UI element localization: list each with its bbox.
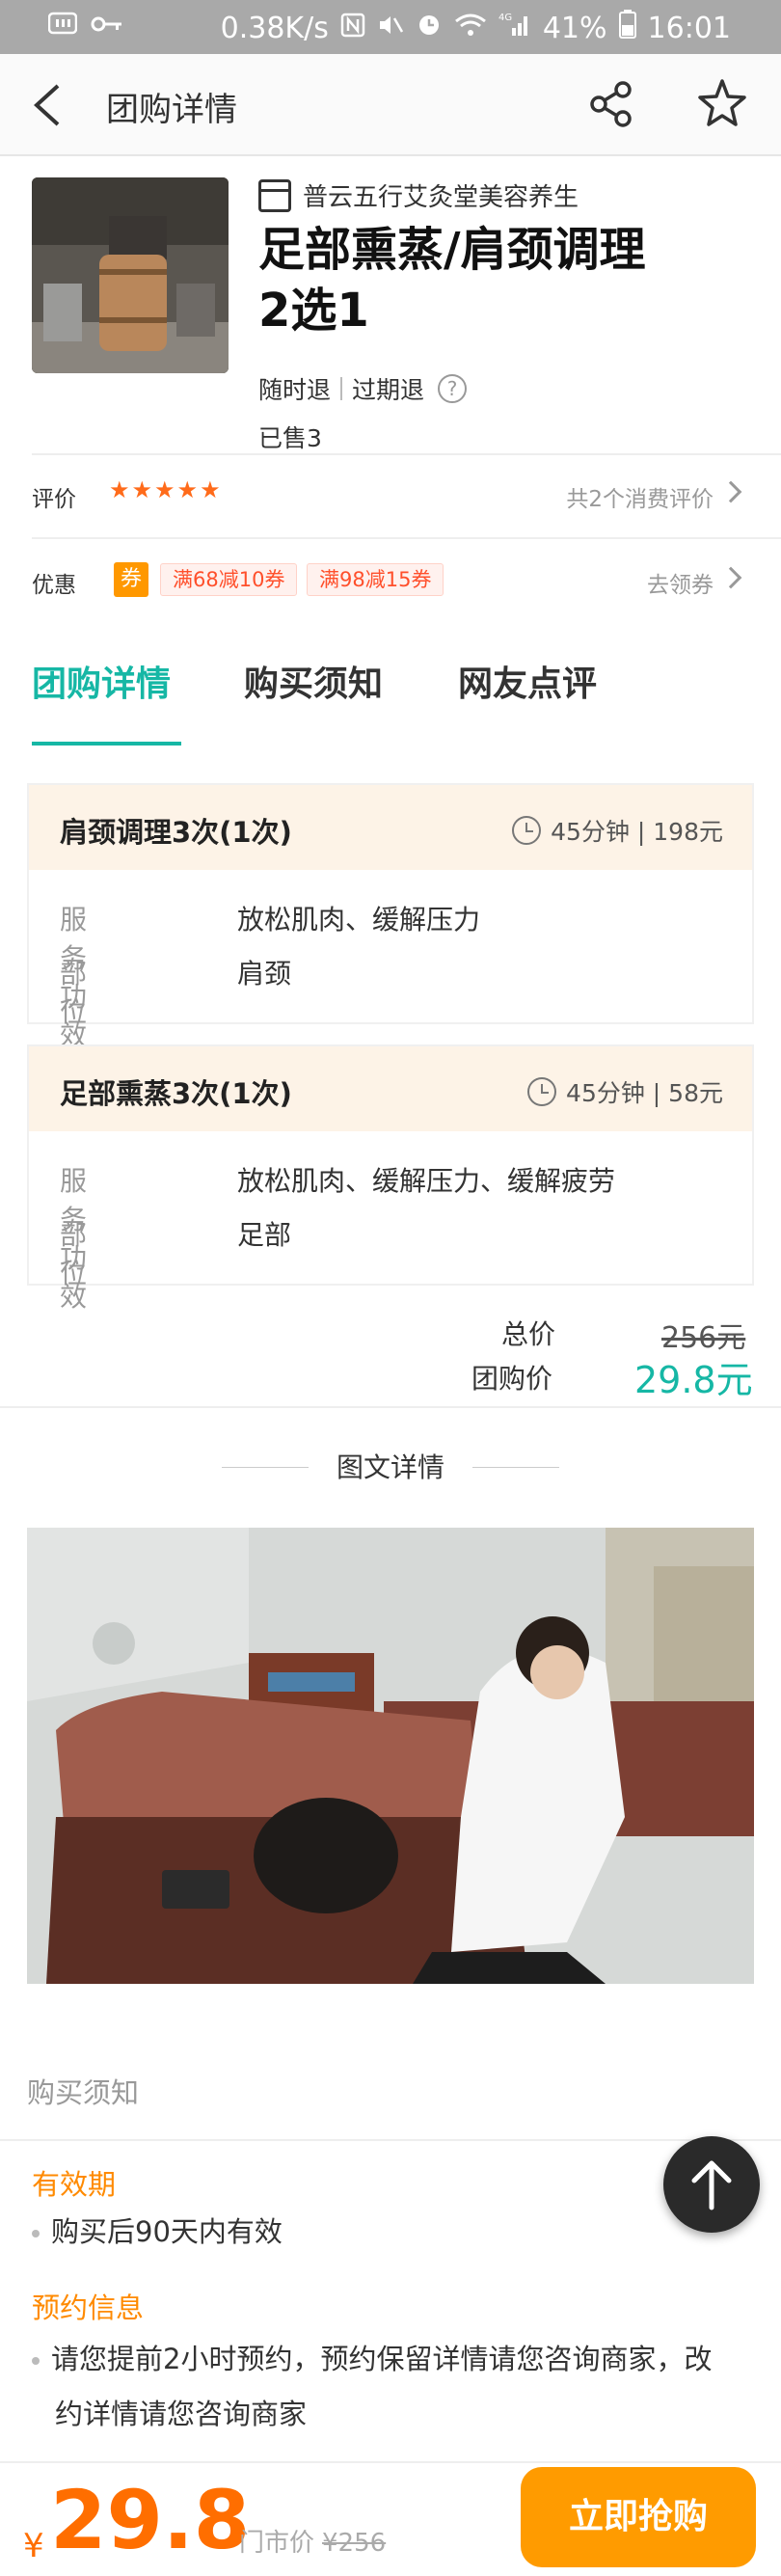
service-row-key: 部位: [60, 958, 88, 1028]
page-title: 团购详情: [106, 91, 237, 129]
status-right: 0.38K/s 4G 41% 16:01: [221, 10, 731, 46]
star-icon: ★: [176, 476, 199, 503]
tab-purchase-notice[interactable]: 购买须知: [244, 656, 383, 706]
refund-policy: 随时退 过期退 ?: [258, 371, 468, 406]
network-speed: 0.38K/s: [220, 11, 329, 45]
mute-icon: [377, 12, 404, 45]
status-bar: 0.38K/s 4G 41% 16:01: [0, 0, 781, 54]
bottom-purchase-bar: ¥ 29.8 门市价 ¥256 立即抢购: [0, 2461, 781, 2576]
booking-item-continued: 约详情请您咨询商家: [55, 2398, 308, 2430]
detail-photo[interactable]: [27, 1528, 754, 1984]
signal-4g-icon: 4G: [498, 11, 531, 45]
battery-text: 41%: [542, 11, 607, 45]
clock-icon: [527, 1077, 557, 1106]
coupon-tag[interactable]: 满98减15券: [307, 563, 444, 596]
booking-item: 请您提前2小时预约，预约保留详情请您咨询商家，改: [32, 2332, 712, 2386]
help-question-icon[interactable]: ?: [438, 374, 468, 403]
merchant-name-row[interactable]: 普云五行艾灸堂美容养生: [258, 177, 579, 213]
group-price-value: 29.8元: [634, 1359, 753, 1401]
service-meta: 45分钟 | 58元: [527, 1074, 723, 1109]
detail-title: 图文详情: [336, 1451, 444, 1483]
validity-title: 有效期: [32, 2168, 117, 2201]
sold-count: 已售3: [258, 424, 322, 452]
service-row-value: 放松肌肉、缓解压力、缓解疲劳: [237, 1165, 616, 1197]
scroll-to-top-button[interactable]: [663, 2136, 760, 2233]
currency-symbol: ¥: [23, 2527, 44, 2565]
service-row-value: 放松肌肉、缓解压力: [237, 904, 481, 935]
divider: [32, 453, 781, 455]
alarm-icon: [416, 11, 443, 45]
product-thumbnail[interactable]: [32, 177, 229, 373]
booking-text-line1: 请您提前2小时预约，预约保留详情请您咨询商家，改: [51, 2343, 713, 2375]
service-card: 肩颈调理3次(1次) 45分钟 | 198元 服务功效 放松肌肉、缓解压力 部位…: [27, 783, 754, 1051]
chevron-right-icon[interactable]: [719, 480, 742, 503]
arrow-up-icon: [691, 2160, 732, 2210]
validity-text: 购买后90天内有效: [51, 2215, 283, 2248]
star-icon: ★: [154, 476, 175, 503]
service-card-header: 肩颈调理3次(1次) 45分钟 | 198元: [29, 785, 752, 870]
battery-icon: [618, 10, 636, 46]
chevron-right-icon[interactable]: [719, 566, 742, 589]
detail-section-heading: 图文详情: [222, 1447, 559, 1485]
validity-item: 购买后90天内有效: [32, 2205, 283, 2259]
back-arrow-icon[interactable]: [29, 83, 67, 127]
service-duration-price: 45分钟 | 198元: [551, 818, 723, 846]
coupon-tag[interactable]: 满68减10券: [160, 563, 298, 596]
buy-now-button[interactable]: 立即抢购: [521, 2467, 756, 2567]
refund-expired: 过期退: [352, 376, 425, 404]
bullet-dot: [32, 2357, 40, 2365]
store-icon: [258, 178, 291, 212]
coupon-badge: 券: [114, 562, 148, 597]
store-price-value: ¥256: [322, 2529, 387, 2558]
share-icon[interactable]: [586, 79, 636, 129]
star-icon: ★: [109, 476, 130, 503]
service-name: 足部熏蒸3次(1次): [60, 1077, 292, 1110]
tab-user-reviews[interactable]: 网友点评: [458, 656, 597, 706]
key-icon: [91, 13, 123, 40]
service-row-value: 足部: [237, 1219, 292, 1251]
svg-text:4G: 4G: [498, 13, 512, 23]
notice-section-header: 购买须知: [27, 2076, 140, 2109]
service-row-value: 肩颈: [237, 958, 292, 990]
service-card-header: 足部熏蒸3次(1次) 45分钟 | 58元: [29, 1046, 752, 1131]
active-tab-indicator: [32, 742, 181, 746]
refund-anytime: 随时退: [258, 376, 332, 404]
qiyi-icon: [47, 12, 78, 41]
rating-stars: ★ ★ ★ ★ ★: [109, 476, 221, 503]
clock-time: 16:01: [647, 11, 731, 45]
total-price-label: 总价: [501, 1318, 556, 1350]
coupon-label: 优惠: [32, 573, 76, 598]
clock-icon: [512, 816, 542, 845]
tab-group-detail[interactable]: 团购详情: [32, 656, 171, 706]
star-icon: ★: [200, 476, 221, 503]
divider: [0, 1406, 781, 1408]
rating-summary-link[interactable]: 共2个消费评价: [566, 480, 714, 513]
store-price: 门市价 ¥256: [239, 2523, 386, 2559]
nfc-icon: [340, 12, 365, 45]
divider: [32, 537, 781, 539]
divider: [340, 377, 343, 400]
service-name: 肩颈调理3次(1次): [60, 816, 292, 849]
store-price-label: 门市价: [239, 2529, 315, 2558]
product-title: 足部熏蒸/肩颈调理2选1: [258, 223, 646, 338]
service-meta: 45分钟 | 198元: [512, 813, 723, 848]
bullet-dot: [32, 2230, 40, 2237]
bottom-price: 29.8: [50, 2473, 251, 2567]
status-left: [47, 12, 123, 41]
favorite-star-icon[interactable]: [696, 77, 748, 129]
group-price-label: 团购价: [471, 1363, 553, 1395]
service-duration-price: 45分钟 | 58元: [566, 1079, 723, 1107]
booking-title: 预约信息: [32, 2291, 145, 2324]
rating-label: 评价: [32, 487, 76, 512]
top-nav-bar: 团购详情: [0, 54, 781, 156]
service-row-key: 部位: [60, 1219, 88, 1289]
merchant-name: 普云五行艾灸堂美容养生: [303, 183, 579, 212]
star-icon: ★: [131, 476, 153, 503]
wifi-icon: [454, 12, 487, 45]
service-card: 足部熏蒸3次(1次) 45分钟 | 58元 服务功效 放松肌肉、缓解压力、缓解疲…: [27, 1044, 754, 1313]
get-coupon-link[interactable]: 去领券: [647, 566, 714, 599]
